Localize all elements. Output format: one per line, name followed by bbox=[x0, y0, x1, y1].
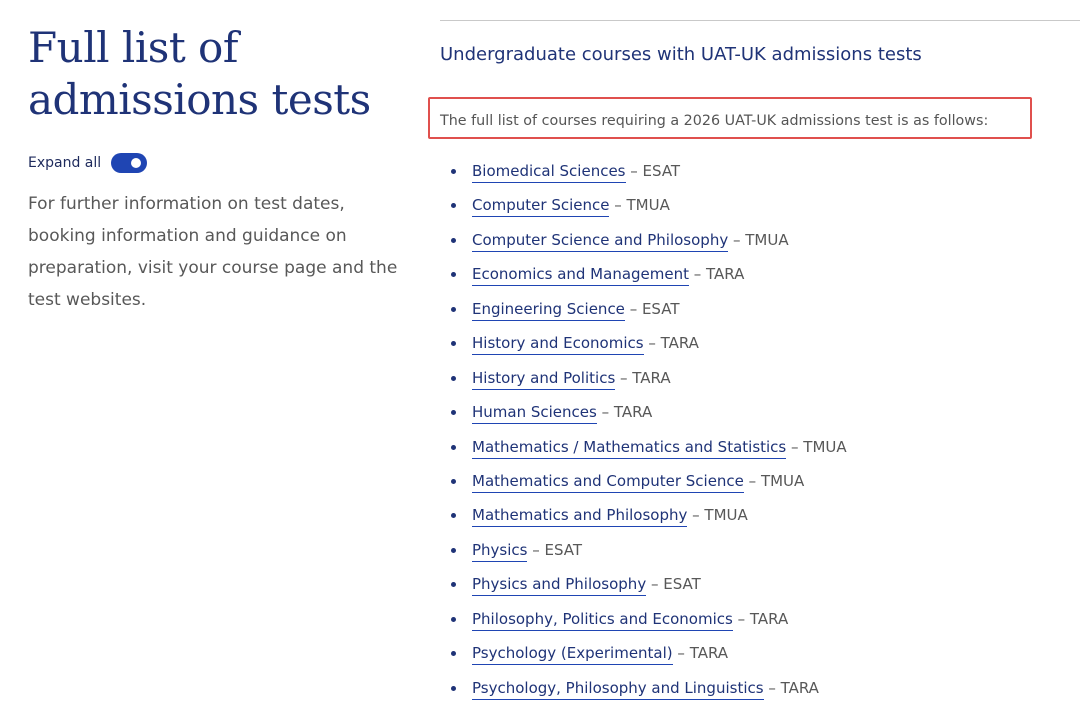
course-link[interactable]: Computer Science and Philosophy bbox=[472, 231, 729, 252]
course-test-label: – TMUA bbox=[609, 196, 670, 215]
bullet-icon bbox=[451, 375, 456, 381]
course-test-label: – TARA bbox=[763, 678, 819, 697]
sidebar: Full list of admissions tests Expand all… bbox=[28, 22, 408, 316]
course-test-label: – TMUA bbox=[786, 437, 847, 456]
course-link[interactable]: Human Sciences bbox=[472, 403, 597, 425]
list-item: Human Sciences – TARA bbox=[440, 396, 847, 430]
list-item: Physics and Philosophy – ESAT bbox=[440, 568, 847, 602]
bullet-icon bbox=[451, 547, 456, 553]
course-test-label: – TMUA bbox=[687, 506, 748, 525]
course-link[interactable]: History and Politics bbox=[472, 369, 616, 390]
list-item: Engineering Science – ESAT bbox=[440, 293, 847, 327]
bullet-icon bbox=[451, 272, 456, 278]
course-link[interactable]: Mathematics / Mathematics and Statistics bbox=[472, 438, 787, 459]
course-link[interactable]: Psychology, Philosophy and Linguistics bbox=[472, 679, 764, 700]
page-title: Full list of admissions tests bbox=[28, 22, 408, 126]
list-item: History and Politics – TARA bbox=[440, 362, 847, 396]
list-item: Psychology, Philosophy and Linguistics –… bbox=[440, 672, 847, 706]
page-title-line1: Full list of bbox=[28, 23, 238, 72]
bullet-icon bbox=[451, 616, 456, 622]
course-test-label: – TMUA bbox=[728, 230, 789, 249]
list-item: History and Economics – TARA bbox=[440, 327, 847, 361]
bullet-icon bbox=[451, 341, 456, 347]
list-item: Mathematics and Computer Science – TMUA bbox=[440, 465, 847, 499]
course-link[interactable]: History and Economics bbox=[472, 334, 644, 356]
course-link[interactable]: Engineering Science bbox=[472, 300, 625, 321]
course-test-label: – ESAT bbox=[646, 575, 701, 594]
list-item: Philosophy, Politics and Economics – TAR… bbox=[440, 603, 847, 637]
bullet-icon bbox=[451, 478, 456, 484]
bullet-icon bbox=[451, 444, 456, 450]
list-item: Psychology (Experimental) – TARA bbox=[440, 637, 847, 671]
top-divider bbox=[440, 20, 1080, 21]
list-item: Computer Science and Philosophy – TMUA bbox=[440, 224, 847, 258]
course-link[interactable]: Economics and Management bbox=[472, 265, 689, 287]
list-item: Economics and Management – TARA bbox=[440, 258, 847, 292]
course-test-label: – ESAT bbox=[527, 540, 583, 559]
bullet-icon bbox=[451, 203, 456, 209]
intro-paragraph: For further information on test dates, b… bbox=[28, 194, 398, 310]
course-test-label: – TARA bbox=[596, 403, 653, 422]
list-item: Mathematics and Philosophy – TMUA bbox=[440, 499, 847, 533]
course-test-label: – TARA bbox=[732, 609, 789, 628]
course-link[interactable]: Philosophy, Politics and Economics bbox=[472, 610, 733, 631]
course-test-label: – TARA bbox=[689, 265, 745, 284]
course-test-label: – TARA bbox=[615, 368, 671, 387]
course-link[interactable]: Psychology (Experimental) bbox=[472, 644, 673, 666]
list-item: Physics – ESAT bbox=[440, 534, 847, 568]
course-list: Biomedical Sciences – ESAT Computer Scien… bbox=[440, 155, 847, 706]
course-link[interactable]: Biomedical Sciences bbox=[472, 162, 626, 183]
bullet-icon bbox=[451, 651, 456, 657]
expand-all-toggle[interactable] bbox=[111, 153, 148, 173]
course-test-label: – TMUA bbox=[743, 471, 805, 490]
list-item: Mathematics / Mathematics and Statistics… bbox=[440, 431, 847, 465]
course-link[interactable]: Physics bbox=[472, 541, 528, 562]
course-link[interactable]: Computer Science bbox=[472, 196, 610, 218]
course-link[interactable]: Mathematics and Computer Science bbox=[472, 472, 744, 493]
course-test-label: – ESAT bbox=[624, 299, 680, 318]
bullet-icon bbox=[451, 306, 456, 312]
expand-all-label: Expand all bbox=[28, 155, 102, 171]
course-link[interactable]: Physics and Philosophy bbox=[472, 575, 647, 597]
section-heading: Undergraduate courses with UAT-UK admiss… bbox=[440, 44, 922, 65]
toggle-knob bbox=[131, 158, 142, 168]
list-item: Computer Science – TMUA bbox=[440, 189, 847, 223]
bullet-icon bbox=[451, 685, 456, 691]
bullet-icon bbox=[451, 513, 456, 519]
list-item: Biomedical Sciences – ESAT bbox=[440, 155, 847, 189]
course-link[interactable]: Mathematics and Philosophy bbox=[472, 506, 688, 528]
bullet-icon bbox=[451, 169, 456, 174]
courses-intro-line: The full list of courses requiring a 202… bbox=[440, 113, 989, 129]
expand-all-row: Expand all bbox=[28, 150, 408, 176]
course-test-label: – TARA bbox=[672, 644, 729, 663]
page-title-line2: admissions tests bbox=[28, 75, 371, 124]
course-test-label: – ESAT bbox=[625, 162, 681, 180]
bullet-icon bbox=[451, 582, 456, 588]
course-test-label: – TARA bbox=[643, 334, 699, 353]
bullet-icon bbox=[451, 237, 456, 243]
bullet-icon bbox=[451, 410, 456, 416]
